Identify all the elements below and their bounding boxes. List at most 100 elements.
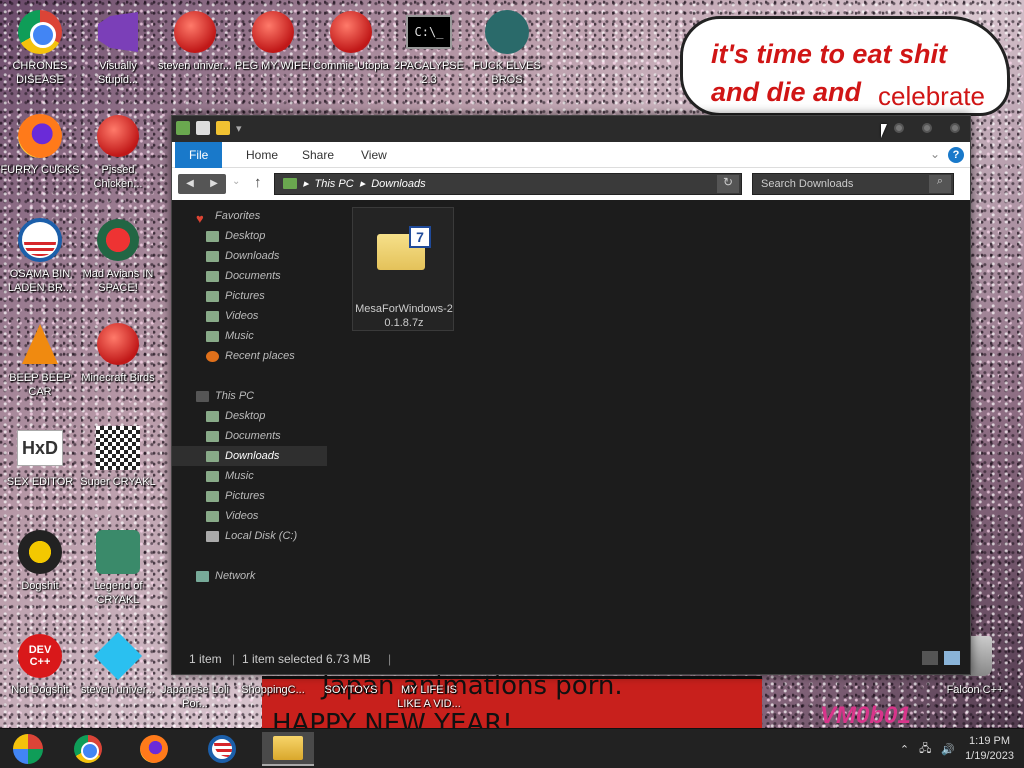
- nav-favorites[interactable]: ♥ Favorites: [196, 206, 351, 226]
- nav-fav-recent[interactable]: Recent places: [172, 346, 327, 366]
- file-explorer-window[interactable]: ▾ File Home Share View ⌄ ? ◀ ▶ ⌄ ↑ ▸ Thi…: [171, 115, 971, 675]
- search-icon[interactable]: ⌕: [929, 175, 951, 193]
- desktop-icon[interactable]: FURRY CUCKS: [0, 112, 80, 177]
- start-button[interactable]: [2, 732, 54, 766]
- taskbar-file-explorer[interactable]: [262, 732, 314, 766]
- nav-pc-local-disk[interactable]: Local Disk (C:): [172, 526, 327, 546]
- desktop-icon[interactable]: steven univer...: [155, 8, 235, 73]
- nav-pc-pictures[interactable]: Pictures: [172, 486, 327, 506]
- desktop-icon[interactable]: OSAMA BIN LADEN BR...: [0, 216, 80, 295]
- nav-fav-documents[interactable]: Documents: [172, 266, 327, 286]
- diamond-icon: [93, 631, 143, 681]
- desktop-icon[interactable]: Legend of CRYAKL: [78, 528, 158, 607]
- search-box[interactable]: Search Downloads ⌕: [752, 173, 954, 195]
- nav-pc-desktop[interactable]: Desktop: [172, 406, 327, 426]
- large-icons-view-icon[interactable]: [944, 651, 960, 665]
- new-folder-icon[interactable]: [216, 121, 230, 135]
- nav-this-pc[interactable]: This PC: [172, 386, 327, 406]
- clock[interactable]: 1:19 PM 1/19/2023: [965, 734, 1014, 764]
- music-icon: [206, 470, 219, 482]
- breadcrumb-downloads[interactable]: Downloads: [371, 178, 425, 190]
- forward-button[interactable]: ▶: [202, 174, 226, 194]
- nav-network[interactable]: Network: [172, 566, 327, 586]
- address-bar[interactable]: ▸ This PC ▸ Downloads ↻: [274, 173, 742, 195]
- desktop-icon[interactable]: PEG MY WIFE!: [233, 8, 313, 73]
- desktop-icon[interactable]: Mad Avians IN SPACE!: [78, 216, 158, 295]
- speech-line-3: celebrate: [878, 81, 985, 111]
- chevron-down-icon[interactable]: ▾: [236, 122, 242, 135]
- up-arrow-icon[interactable]: ↑: [254, 174, 262, 191]
- desktop-icon[interactable]: Dogshit: [0, 528, 80, 593]
- taskbar-chrome[interactable]: [62, 732, 114, 766]
- visual-studio-icon: [98, 12, 138, 52]
- chevron-right-icon[interactable]: ▸: [360, 177, 366, 190]
- recent-locations-icon[interactable]: ⌄: [232, 176, 240, 187]
- volume-icon[interactable]: 🔊: [941, 743, 955, 756]
- help-icon[interactable]: ?: [948, 147, 964, 163]
- expand-ribbon-icon[interactable]: ⌄: [930, 147, 940, 161]
- desktop-icon[interactable]: Pissed Chicken...: [78, 112, 158, 191]
- desktop-icon[interactable]: Super CRYAKL: [78, 424, 158, 489]
- taskbar-firefox[interactable]: [128, 732, 180, 766]
- desktop-icon[interactable]: FUCK ELVES BROS: [467, 8, 547, 87]
- folder-icon: [283, 178, 297, 189]
- folder-icon: [176, 121, 190, 135]
- nav-pc-videos[interactable]: Videos: [172, 506, 327, 526]
- desktop-icon[interactable]: C:\_ 2PACALYPSE 2.3: [389, 8, 469, 87]
- desktop-icon[interactable]: steven univer...: [78, 631, 158, 697]
- pixel-character-icon: [96, 530, 140, 574]
- navigation-pane: ♥ Favorites Desktop Downloads Documents P…: [172, 202, 327, 642]
- desktop-icon[interactable]: Minecraft Birds: [78, 320, 158, 385]
- nav-fav-downloads[interactable]: Downloads: [172, 246, 327, 266]
- tab-share[interactable]: Share: [288, 142, 348, 168]
- chevron-right-icon[interactable]: ▸: [303, 177, 309, 190]
- pictures-icon: [206, 290, 219, 302]
- properties-icon[interactable]: [196, 121, 210, 135]
- desktop-icon[interactable]: BEEP BEEP CAR: [0, 320, 80, 399]
- angry-birds-space-icon: [97, 219, 139, 261]
- search-input[interactable]: Search Downloads: [761, 178, 853, 190]
- recent-places-icon: [206, 350, 219, 362]
- nav-fav-music[interactable]: Music: [172, 326, 327, 346]
- nav-fav-videos[interactable]: Videos: [172, 306, 327, 326]
- desktop-icon[interactable]: Visually Stupid...: [78, 8, 158, 87]
- network-icon[interactable]: 🖧: [919, 740, 931, 759]
- maximize-button[interactable]: [922, 123, 932, 133]
- title-bar[interactable]: ▾: [172, 116, 970, 142]
- nav-pc-documents[interactable]: Documents: [172, 426, 327, 446]
- speech-bubble: it's time to eat shit and die and celebr…: [680, 16, 1010, 116]
- nav-fav-desktop[interactable]: Desktop: [172, 226, 327, 246]
- back-button[interactable]: ◀: [178, 174, 202, 194]
- taskbar-obama-app[interactable]: [196, 732, 248, 766]
- computer-icon: [196, 390, 209, 402]
- firefox-icon: [18, 114, 62, 158]
- tab-file[interactable]: File: [175, 142, 223, 168]
- tab-home[interactable]: Home: [232, 142, 292, 168]
- desktop-icon[interactable]: HxD SEX EDITOR: [0, 424, 80, 489]
- documents-icon: [206, 430, 219, 442]
- cpp-icon: [18, 530, 62, 574]
- file-item[interactable]: 7 MesaForWindows-20.1.8.7z: [352, 207, 454, 331]
- start-icon: [13, 734, 43, 764]
- downloads-icon: [206, 450, 219, 462]
- nav-pc-downloads[interactable]: Downloads: [172, 446, 327, 466]
- close-button[interactable]: [950, 123, 960, 133]
- vlc-icon: [22, 324, 58, 364]
- clock-time: 1:19 PM: [969, 735, 1011, 747]
- show-hidden-icons-icon[interactable]: ⌃: [900, 743, 909, 756]
- nav-fav-pictures[interactable]: Pictures: [172, 286, 327, 306]
- desktop-icon[interactable]: CHRONES DISEASE: [0, 8, 80, 87]
- chrome-icon: [18, 10, 62, 54]
- nav-pc-music[interactable]: Music: [172, 466, 327, 486]
- desktop-icon[interactable]: DEV C++ Not Dogshit: [0, 632, 80, 697]
- desktop-icon[interactable]: Commie Utopia: [311, 8, 391, 73]
- firefox-icon: [140, 735, 168, 763]
- peggle-icon: [252, 11, 294, 53]
- speech-line-1: it's time to eat shit: [711, 39, 947, 69]
- back-forward-buttons[interactable]: ◀ ▶: [178, 174, 226, 194]
- breadcrumb-this-pc[interactable]: This PC: [315, 178, 354, 190]
- tab-view[interactable]: View: [347, 142, 401, 168]
- details-view-icon[interactable]: [922, 651, 938, 665]
- minimize-button[interactable]: [894, 123, 904, 133]
- refresh-icon[interactable]: ↻: [717, 175, 739, 193]
